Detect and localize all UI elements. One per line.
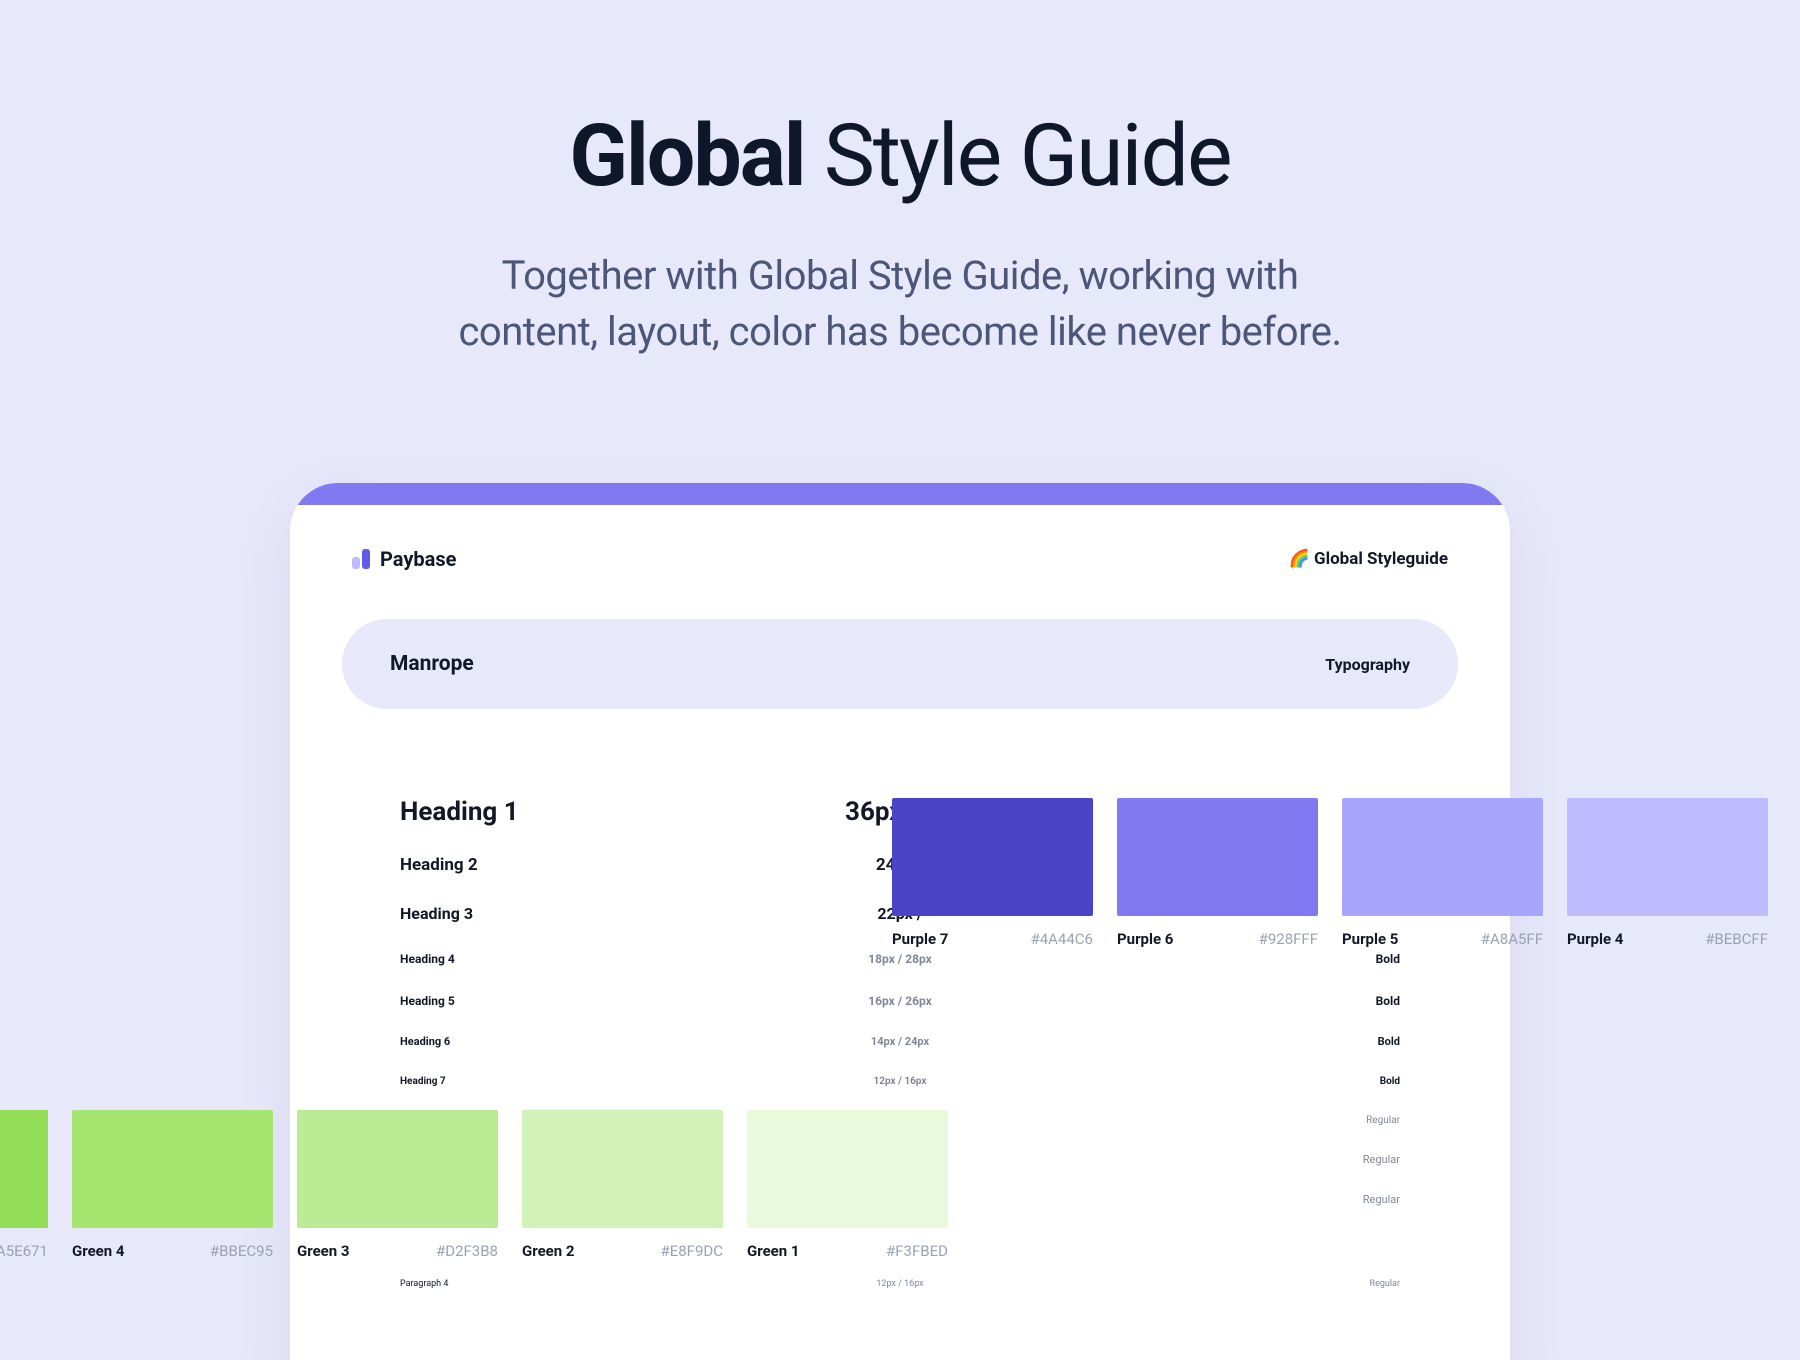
color-swatch: Purple 7 #4A44C6 [892, 798, 1093, 948]
swatch-label: #A5E671 [0, 1242, 48, 1260]
color-swatch: Green 3 #D2F3B8 [297, 1110, 498, 1260]
color-swatch: Purple 6 #928FFF [1117, 798, 1318, 948]
swatch-box [522, 1110, 723, 1228]
swatch-hex: #E8F9DC [660, 1242, 723, 1260]
hero-title-rest: Style Guide [805, 105, 1231, 206]
type-weight: Regular [1067, 1279, 1400, 1289]
typography-row: Heading 614px / 24pxBold [400, 1021, 1400, 1061]
swatch-hex: #928FFF [1259, 930, 1318, 948]
swatch-box [1117, 798, 1318, 916]
type-weight: Regular [1067, 1115, 1400, 1126]
brand: Paybase [352, 547, 456, 571]
type-weight: Bold [1067, 952, 1400, 966]
type-weight: Bold [1067, 1035, 1400, 1048]
swatch-hex: #BEBCFF [1705, 930, 1768, 948]
color-swatch: Purple 5 #A8A5FF [1342, 798, 1543, 948]
card-header: Paybase 🌈 Global Styleguide [290, 505, 1510, 571]
purple-swatch-row: Purple 7 #4A44C6 Purple 6 #928FFF Purple 5 #A… [892, 798, 1768, 948]
swatch-label: Purple 6 #928FFF [1117, 930, 1318, 948]
color-swatch: #A5E671 [0, 1110, 48, 1260]
swatch-name: Purple 5 [1342, 930, 1398, 948]
type-weight: Bold [1067, 1076, 1400, 1087]
card-accent-stripe [290, 483, 1510, 505]
color-swatch: Purple 4 #BEBCFF [1567, 798, 1768, 948]
green-swatch-row: #A5E671Green 4#BBEC95Green 3#D2F3B8Green… [0, 1110, 948, 1260]
swatch-hex: #A8A5FF [1481, 930, 1543, 948]
swatch-name: Purple 6 [1117, 930, 1173, 948]
typography-row: Heading 516px / 26pxBold [400, 981, 1400, 1021]
swatch-hex: #D2F3B8 [436, 1242, 498, 1260]
hero-title: Global Style Guide [0, 105, 1800, 206]
color-swatch: Green 2 #E8F9DC [522, 1110, 723, 1260]
swatch-name: Purple 7 [892, 930, 948, 948]
type-size: 16px / 26px [733, 994, 1066, 1008]
hero-subtitle-l2: content, layout, color has become like n… [458, 308, 1341, 355]
type-weight: Bold [1067, 994, 1400, 1008]
type-weight: Regular [1067, 1193, 1400, 1206]
global-styleguide-label: 🌈 Global Styleguide [1289, 549, 1448, 569]
swatch-box [747, 1110, 948, 1228]
type-name: Paragraph 4 [400, 1279, 733, 1289]
type-size: 12px / 16px [733, 1279, 1066, 1289]
typography-pill: Manrope Typography [342, 619, 1458, 709]
swatch-box [1567, 798, 1768, 916]
swatch-box [297, 1110, 498, 1228]
swatch-name: Green 1 [747, 1242, 800, 1260]
swatch-label: Purple 5 #A8A5FF [1342, 930, 1543, 948]
swatch-label: Green 1 #F3FBED [747, 1242, 948, 1260]
hero-subtitle-l1: Together with Global Style Guide, workin… [502, 252, 1299, 299]
type-name: Heading 1 [400, 797, 733, 827]
swatch-box [892, 798, 1093, 916]
type-name: Heading 4 [400, 952, 733, 966]
swatch-label: Purple 7 #4A44C6 [892, 930, 1093, 948]
swatch-box [72, 1110, 273, 1228]
swatch-box [1342, 798, 1543, 916]
swatch-label: Purple 4 #BEBCFF [1567, 930, 1768, 948]
type-weight: Regular [1067, 1153, 1400, 1166]
swatch-hex: #A5E671 [0, 1242, 48, 1260]
brand-logo-icon [352, 549, 370, 569]
swatch-label: Green 3 #D2F3B8 [297, 1242, 498, 1260]
swatch-hex: #BBEC95 [210, 1242, 273, 1260]
type-name: Heading 3 [400, 904, 733, 923]
swatch-label: Green 2 #E8F9DC [522, 1242, 723, 1260]
swatch-name: Purple 4 [1567, 930, 1623, 948]
typography-row: Heading 712px / 16pxBold [400, 1061, 1400, 1101]
type-size: 12px / 16px [733, 1076, 1066, 1087]
swatch-name: Green 3 [297, 1242, 350, 1260]
swatch-name: Green 4 [72, 1242, 125, 1260]
swatch-hex: #F3FBED [886, 1242, 948, 1260]
type-name: Heading 7 [400, 1076, 733, 1087]
type-name: Heading 6 [400, 1035, 733, 1048]
type-name: Heading 5 [400, 994, 733, 1008]
color-swatch: Green 1 #F3FBED [747, 1110, 948, 1260]
swatch-hex: #4A44C6 [1030, 930, 1093, 948]
font-family-name: Manrope [390, 652, 474, 676]
swatch-label: Green 4 #BBEC95 [72, 1242, 273, 1260]
type-name: Heading 2 [400, 855, 733, 875]
type-size: 14px / 24px [733, 1035, 1066, 1048]
hero-title-bold: Global [569, 105, 804, 206]
swatch-box [0, 1110, 48, 1228]
brand-name: Paybase [380, 547, 456, 571]
swatch-name: Green 2 [522, 1242, 575, 1260]
hero: Global Style Guide Together with Global … [0, 105, 1800, 360]
type-size: 18px / 28px [733, 952, 1066, 966]
hero-subtitle: Together with Global Style Guide, workin… [0, 248, 1800, 360]
color-swatch: Green 4 #BBEC95 [72, 1110, 273, 1260]
section-label: Typography [1325, 655, 1410, 674]
